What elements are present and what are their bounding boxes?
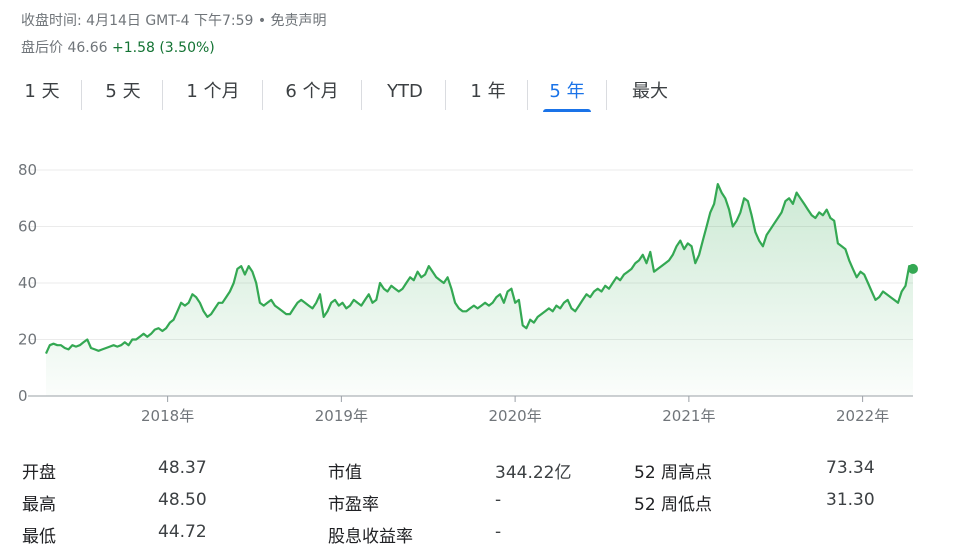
y-tick-label: 40	[18, 274, 37, 292]
x-tick-label: 2020年	[489, 407, 542, 425]
tab-1d[interactable]: 1 天	[16, 78, 68, 112]
tab-5y[interactable]: 5 年	[543, 78, 591, 112]
stat-52w-high-value: 73.34	[826, 458, 875, 478]
stat-low-label: 最低	[22, 527, 56, 547]
range-tabs: 1 天 5 天 1 个月 6 个月 YTD 1 年 5 年 最大	[0, 78, 700, 114]
y-tick-label: 60	[18, 218, 37, 236]
tab-ytd[interactable]: YTD	[378, 78, 432, 112]
last-point-dot	[908, 263, 918, 274]
after-hours-price: 盘后价 46.66 +1.58 (3.50%)	[21, 37, 215, 57]
x-tick-label: 2019年	[315, 407, 368, 425]
chart-y-axis: 0 20 40 60 80	[18, 161, 37, 405]
stat-52w-low-value: 31.30	[826, 490, 875, 510]
chart-x-axis: 2018年 2019年 2020年 2021年 2022年	[28, 395, 913, 425]
x-tick-label: 2022年	[836, 407, 889, 425]
after-hours-change: +1.58 (3.50%)	[111, 40, 215, 56]
tab-5d[interactable]: 5 天	[96, 78, 150, 112]
chart-last-point	[908, 263, 918, 274]
close-time-disclaimer: 收盘时间: 4月14日 GMT-4 下午7:59 • 免责声明	[21, 13, 327, 29]
stat-52w-low-label: 52 周低点	[634, 495, 713, 515]
stat-low-value: 44.72	[158, 522, 207, 542]
tab-1m[interactable]: 1 个月	[177, 78, 249, 112]
tab-divider	[527, 80, 528, 110]
tab-divider	[162, 80, 163, 110]
stat-pe-label: 市盈率	[328, 495, 379, 515]
y-tick-label: 80	[18, 161, 37, 179]
x-tick-label: 2018年	[141, 407, 194, 425]
stat-open-label: 开盘	[22, 463, 56, 483]
stat-dividend-label: 股息收益率	[328, 527, 413, 547]
stat-52w-high-label: 52 周高点	[634, 463, 713, 483]
stat-dividend-value: -	[495, 522, 502, 542]
tab-max[interactable]: 最大	[622, 78, 678, 112]
y-tick-label: 0	[18, 387, 28, 405]
stat-market-cap-value: 344.22亿	[495, 463, 572, 483]
tab-divider	[81, 80, 82, 110]
stat-open-value: 48.37	[158, 458, 207, 478]
stat-market-cap-label: 市值	[328, 463, 362, 483]
x-tick-label: 2021年	[662, 407, 715, 425]
tab-divider	[361, 80, 362, 110]
stat-high-label: 最高	[22, 495, 56, 515]
tab-divider	[262, 80, 263, 110]
after-hours-label: 盘后价 46.66	[21, 40, 108, 56]
y-tick-label: 20	[18, 331, 37, 349]
price-chart[interactable]: 2018年 2019年 2020年 2021年 2022年 0 20 40 60 80	[0, 150, 971, 440]
area-fill-path	[46, 184, 913, 396]
stat-high-value: 48.50	[158, 490, 207, 510]
tab-1y[interactable]: 1 年	[461, 78, 515, 112]
tab-divider	[445, 80, 446, 110]
chart-area-fill	[46, 184, 913, 396]
stat-pe-value: -	[495, 490, 502, 510]
tab-divider	[606, 80, 607, 110]
tab-6m[interactable]: 6 个月	[276, 78, 348, 112]
